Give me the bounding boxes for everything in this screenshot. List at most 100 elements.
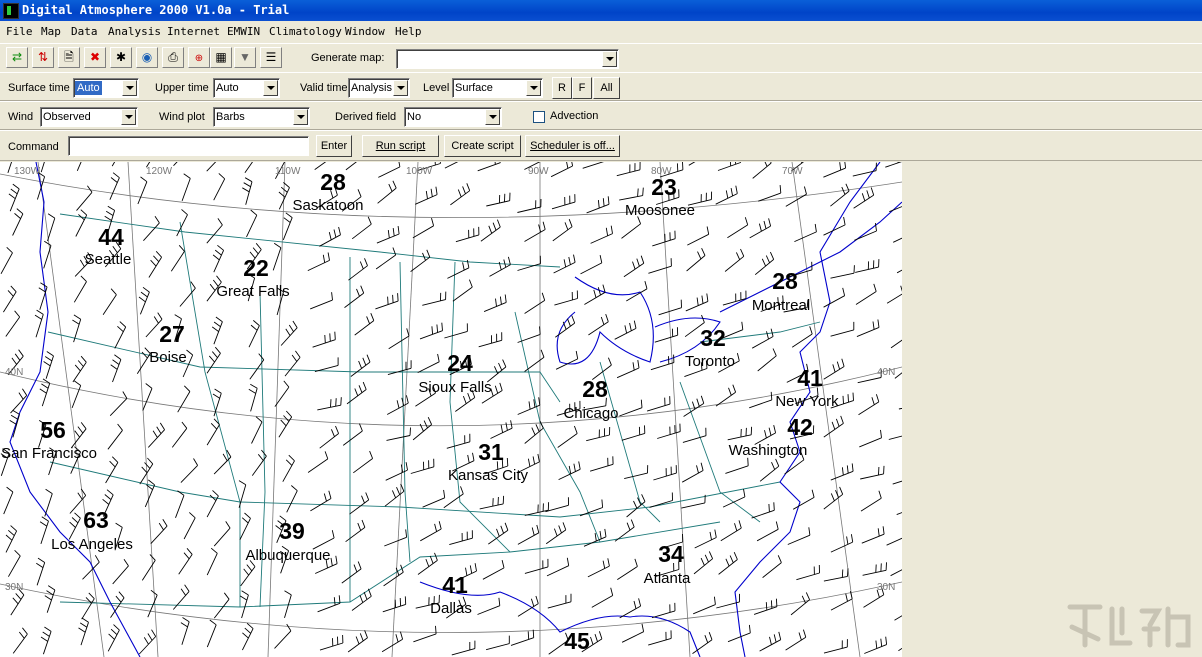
wind-barb — [692, 632, 713, 654]
wind-barb — [687, 226, 710, 246]
menu-window[interactable]: Window — [345, 25, 385, 38]
wind-barb — [150, 519, 168, 545]
valid-time-select[interactable]: Analysis — [348, 78, 410, 98]
command-input[interactable] — [68, 136, 309, 156]
wind-barb — [853, 187, 875, 209]
wind-barb — [587, 558, 610, 578]
wind-barb — [646, 396, 671, 412]
wind-barb — [419, 322, 443, 340]
derived-field-select[interactable]: No — [404, 107, 502, 127]
wind-barb — [751, 328, 774, 349]
wind-barb — [898, 647, 902, 652]
app-icon — [3, 3, 19, 19]
grid-label-120w: 120W — [146, 166, 173, 177]
wind-barb — [138, 629, 157, 655]
delete-icon: ✖ — [89, 50, 101, 64]
wind-barb — [482, 559, 505, 580]
zoom-button[interactable]: ⊕ — [188, 47, 210, 68]
wind-barb — [239, 590, 249, 619]
wind-barb — [342, 423, 363, 446]
advection-checkbox[interactable] — [533, 111, 545, 123]
print-button[interactable]: ⎙ — [162, 47, 184, 68]
new-map-button[interactable]: 🗎 — [58, 47, 80, 68]
wind-barb — [10, 388, 28, 414]
weather-map[interactable]: 130W 120W 110W 100W 90W 80W 70W 40N 40N … — [0, 162, 902, 657]
calculator-icon: ▦ — [215, 50, 227, 64]
r-button[interactable]: R — [552, 77, 572, 99]
satellite-button[interactable]: ✱ — [110, 47, 132, 68]
menu-analysis[interactable]: Analysis — [108, 25, 161, 38]
menu-data[interactable]: Data — [71, 25, 98, 38]
wind-barb — [550, 162, 574, 178]
wind-plot-value: Barbs — [216, 111, 245, 123]
globe-button[interactable]: ◉ — [136, 47, 158, 68]
wind-barb — [420, 521, 442, 542]
wind-barb — [43, 351, 54, 379]
wind-barb — [171, 421, 188, 448]
wind-barb — [314, 357, 339, 373]
filter-button[interactable]: ▼ — [234, 47, 256, 68]
create-script-button[interactable]: Create script — [444, 135, 521, 157]
surface-time-select[interactable]: Auto — [73, 78, 139, 98]
wind-barb — [107, 624, 120, 652]
enter-button[interactable]: Enter — [316, 135, 352, 157]
wind-barb — [212, 244, 225, 273]
wind-barb — [886, 285, 902, 304]
all-button[interactable]: All — [593, 77, 620, 99]
menu-emwin[interactable]: EMWIN — [227, 25, 260, 38]
level-select[interactable]: Surface — [452, 78, 543, 98]
menu-internet[interactable]: Internet — [167, 25, 220, 38]
wind-barb — [616, 360, 640, 379]
download-button[interactable]: ⇅ — [32, 47, 54, 68]
wind-barb — [693, 551, 714, 575]
list-button[interactable]: ☰ — [260, 47, 282, 68]
calculator-button[interactable]: ▦ — [210, 47, 232, 68]
wind-barb — [282, 454, 295, 482]
menu-map[interactable]: Map — [41, 25, 61, 38]
wind-barb — [617, 558, 638, 580]
wind-barb — [312, 331, 336, 348]
wind-barb — [170, 245, 185, 272]
wind-barb — [412, 217, 435, 239]
wind-barb — [353, 450, 374, 474]
wind-barb — [582, 162, 604, 169]
wind-barb — [648, 258, 672, 274]
wind-barb — [451, 640, 476, 656]
valid-time-value: Analysis — [351, 82, 392, 94]
station-value: 22 — [243, 255, 269, 281]
menu-climatology[interactable]: Climatology — [269, 25, 342, 38]
delete-button[interactable]: ✖ — [84, 47, 106, 68]
wind-select[interactable]: Observed — [40, 107, 138, 127]
scheduler-button[interactable]: Scheduler is off... — [525, 135, 620, 157]
station-value: 28 — [772, 268, 798, 294]
wind-barb — [896, 512, 902, 516]
wind-plot-select[interactable]: Barbs — [213, 107, 310, 127]
station-name: Los Angeles — [51, 536, 133, 553]
station-value: 56 — [40, 417, 66, 443]
menu-file[interactable]: File — [6, 25, 33, 38]
wind-barb — [244, 162, 253, 173]
wind-barb — [111, 162, 116, 167]
wind-barb — [524, 558, 549, 574]
wind-barb — [749, 391, 773, 409]
wind-barb — [823, 415, 844, 438]
generate-map-select[interactable] — [396, 49, 619, 69]
wind-barb — [47, 213, 56, 242]
upper-time-select[interactable]: Auto — [213, 78, 280, 98]
run-script-button[interactable]: Run script — [362, 135, 439, 157]
wind-barb — [251, 416, 263, 444]
wind-barb — [749, 218, 772, 239]
f-button[interactable]: F — [572, 77, 592, 99]
wind-barb — [282, 212, 293, 241]
station-value: 27 — [159, 321, 185, 347]
open-data-button[interactable]: ⇄ — [6, 47, 28, 68]
wind-barb — [862, 562, 887, 576]
open-data-icon: ⇄ — [11, 50, 23, 64]
wind-barb — [73, 275, 87, 303]
wind-barb — [317, 397, 342, 411]
wind-barb — [444, 323, 468, 339]
menu-help[interactable]: Help — [395, 25, 422, 38]
wind-barb — [890, 569, 902, 577]
wind-barb — [859, 429, 882, 448]
wind-barb — [444, 162, 459, 169]
